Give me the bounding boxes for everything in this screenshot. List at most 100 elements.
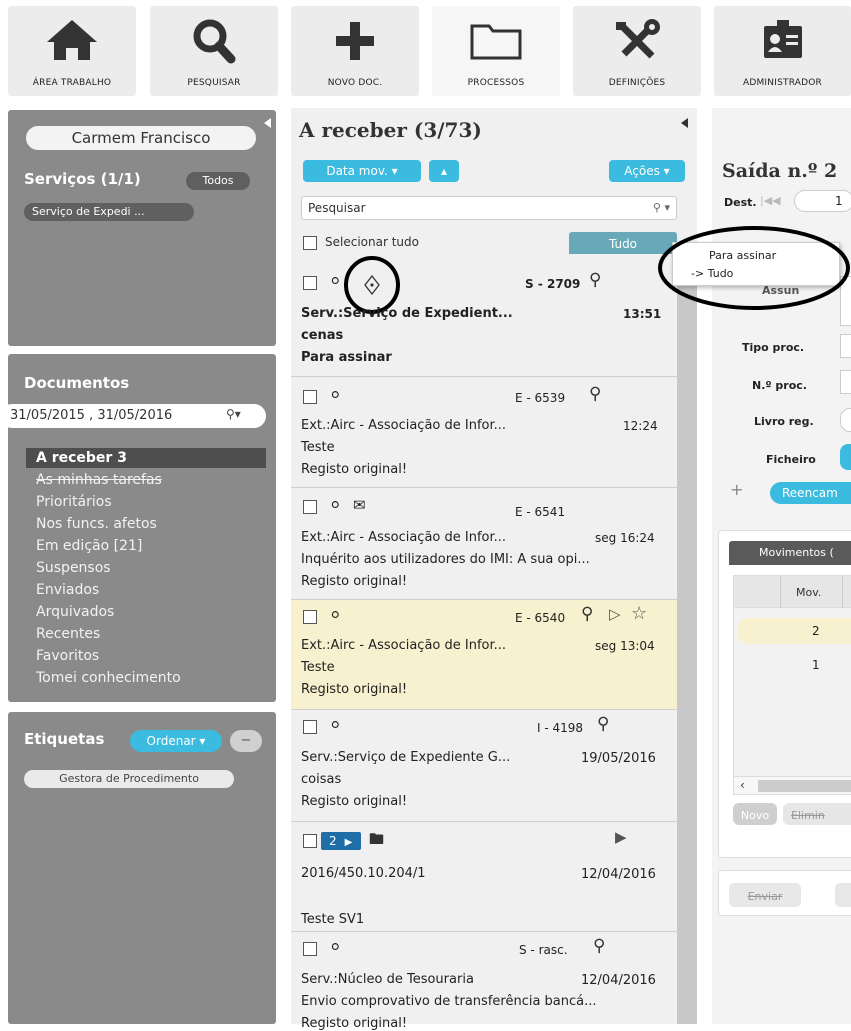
item-checkbox[interactable] bbox=[303, 834, 317, 848]
first-page-icon[interactable]: |◀◀ bbox=[760, 194, 781, 207]
service-item[interactable]: Serviço de Expedi ... bbox=[24, 203, 194, 221]
star-icon[interactable]: ☆ bbox=[631, 603, 647, 624]
list-item[interactable]: ⚪ E - 6539 ⚲ Ext.:Airc - Associação de I… bbox=[291, 378, 677, 488]
item-checkbox[interactable] bbox=[303, 500, 317, 514]
item-time: 12/04/2016 bbox=[581, 867, 656, 882]
mov-row-highlighted[interactable]: 2 bbox=[738, 618, 851, 644]
toolbar-processos[interactable]: PROCESSOS bbox=[432, 6, 560, 96]
toolbar-novo-doc[interactable]: NOVO DOC. bbox=[291, 6, 419, 96]
list-item[interactable]: ⚪ ✉ E - 6541 Ext.:Airc - Associação de I… bbox=[291, 488, 677, 600]
tag-filled-icon[interactable]: ▶ bbox=[615, 828, 627, 846]
nav-enviados[interactable]: Enviados bbox=[36, 582, 99, 598]
toolbar-label: ADMINISTRADOR bbox=[742, 78, 823, 88]
item-ref: E - 6540 bbox=[515, 611, 566, 625]
toolbar-area-trabalho[interactable]: ÁREA TRABALHO bbox=[8, 6, 136, 96]
item-ref: I - 4198 bbox=[537, 721, 584, 735]
item-origin: Ext.:Airc - Associação de Infor... bbox=[301, 638, 507, 653]
dest-page-field[interactable]: 1 bbox=[794, 190, 851, 212]
labels-panel: Etiquetas Ordenar ▾ − Gestora de Procedi… bbox=[8, 712, 276, 1024]
list-item-highlighted[interactable]: ⚪ E - 6540 ⚲ ▷ ☆ Ext.:Airc - Associação … bbox=[291, 600, 677, 710]
label-tag[interactable]: Gestora de Procedimento bbox=[24, 770, 234, 788]
actions-button[interactable]: Ações ▾ bbox=[609, 160, 685, 182]
collapse-list-arrow-icon[interactable] bbox=[681, 118, 688, 128]
list-scrollbar[interactable] bbox=[677, 263, 697, 1024]
reencaminhar-button[interactable]: Reencam bbox=[770, 482, 851, 504]
nav-tomei-conhecimento[interactable]: Tomei conhecimento bbox=[36, 670, 181, 686]
item-ref: E - 6541 bbox=[515, 505, 566, 519]
magnifier-icon[interactable]: ⚲ bbox=[589, 384, 601, 404]
home-icon bbox=[47, 20, 97, 60]
h-scrollbar[interactable]: ‹ bbox=[734, 776, 851, 794]
livro-reg-field[interactable] bbox=[840, 408, 851, 432]
magnifier-icon[interactable]: ⚲ bbox=[581, 604, 593, 624]
new-mov-button[interactable]: Novo bbox=[733, 803, 777, 825]
list-item[interactable]: ⚪ S - 2709 ⚲ Serv.:Serviço de Expedient.… bbox=[291, 256, 677, 377]
toolbar-label: ÁREA TRABALHO bbox=[32, 78, 112, 88]
nav-a-receber[interactable]: A receber 3 bbox=[36, 450, 127, 466]
nav-funcs-afetos[interactable]: Nos funcs. afetos bbox=[36, 516, 157, 532]
nav-em-edicao[interactable]: Em edição [21] bbox=[36, 538, 142, 554]
item-checkbox[interactable] bbox=[303, 276, 317, 290]
add-icon[interactable]: + bbox=[730, 480, 743, 499]
tipo-proc-label: Tipo proc. bbox=[742, 341, 805, 354]
nav-favoritos[interactable]: Favoritos bbox=[36, 648, 99, 664]
collapse-left-arrow-icon[interactable] bbox=[264, 118, 271, 128]
sort-order-button[interactable]: ▴ bbox=[429, 160, 459, 182]
nav-suspensos[interactable]: Suspensos bbox=[36, 560, 111, 576]
list-item[interactable]: ⚪ S - rasc. ⚲ Serv.:Núcleo de Tesouraria… bbox=[291, 932, 677, 1031]
item-checkbox[interactable] bbox=[303, 720, 317, 734]
send-button[interactable]: Enviar bbox=[729, 883, 801, 907]
search-dropdown-icon[interactable]: ⚲ ▾ bbox=[653, 201, 670, 214]
search-input[interactable]: Pesquisar bbox=[308, 201, 366, 215]
movements-table: Mov. 2 1 ‹ bbox=[733, 575, 851, 795]
tag-icon[interactable]: ▷ bbox=[609, 605, 621, 623]
user-name[interactable]: Carmem Francisco bbox=[26, 126, 256, 150]
item-checkbox[interactable] bbox=[303, 390, 317, 404]
mov-row[interactable]: 1 bbox=[738, 652, 851, 678]
sort-date-button[interactable]: Data mov. ▾ bbox=[303, 160, 421, 182]
item-time: 12/04/2016 bbox=[581, 973, 656, 988]
send-label: Enviar bbox=[747, 890, 783, 903]
movements-box: Movimentos ( Mov. 2 1 ‹ Novo Elimin bbox=[718, 530, 851, 858]
scroll-left-icon[interactable]: ‹ bbox=[740, 778, 745, 792]
date-range-field[interactable]: 31/05/2015 , 31/05/2016 ⚲▾ bbox=[0, 404, 266, 428]
header-divider bbox=[842, 576, 843, 608]
toolbar-pesquisar[interactable]: PESQUISAR bbox=[150, 6, 278, 96]
tipo-proc-field[interactable] bbox=[840, 334, 851, 358]
item-ref: S - 2709 bbox=[525, 277, 581, 291]
sort-labels-button[interactable]: Ordenar ▾ bbox=[130, 730, 222, 752]
toolbar-definicoes[interactable]: DEFINIÇÕES bbox=[573, 6, 701, 96]
item-checkbox[interactable] bbox=[303, 610, 317, 624]
magnifier-dropdown-icon[interactable]: ⚲▾ bbox=[226, 407, 241, 421]
mov-header: Mov. bbox=[796, 586, 822, 599]
count-badge[interactable]: 2 ▶ bbox=[321, 832, 361, 850]
nav-arquivados[interactable]: Arquivados bbox=[36, 604, 114, 620]
nav-prioritarios[interactable]: Prioritários bbox=[36, 494, 112, 510]
search-field[interactable]: Pesquisar ⚲ ▾ bbox=[301, 196, 677, 220]
item-status: Teste SV1 bbox=[301, 912, 365, 927]
ficheiro-button[interactable] bbox=[840, 444, 851, 470]
delete-mov-button[interactable]: Elimin bbox=[783, 803, 851, 825]
all-services-button[interactable]: Todos bbox=[186, 172, 250, 190]
movements-tab[interactable]: Movimentos ( bbox=[729, 541, 851, 565]
dest-page-value: 1 bbox=[835, 194, 843, 208]
item-status: Para assinar bbox=[301, 350, 392, 365]
scroll-thumb[interactable] bbox=[758, 780, 851, 792]
magnifier-icon[interactable]: ⚲ bbox=[597, 714, 609, 734]
movements-header: Mov. bbox=[734, 576, 851, 608]
toolbar-administrador[interactable]: ADMINISTRADOR bbox=[714, 6, 851, 96]
send-bar: Enviar bbox=[718, 870, 851, 916]
nav-minhas-tarefas[interactable]: As minhas tarefas bbox=[36, 472, 162, 488]
magnifier-icon[interactable]: ⚲ bbox=[589, 270, 601, 290]
magnifier-icon[interactable]: ⚲ bbox=[593, 936, 605, 956]
item-subject: cenas bbox=[301, 328, 344, 343]
secondary-button[interactable] bbox=[835, 883, 851, 907]
list-item-process[interactable]: 2 ▶ 🖿 ▶ 2016/450.10.204/1 12/04/2016 Test… bbox=[291, 822, 677, 932]
num-proc-field[interactable] bbox=[840, 370, 851, 394]
list-item[interactable]: ⚪ I - 4198 ⚲ Serv.:Serviço de Expediente… bbox=[291, 710, 677, 822]
item-time: seg 13:04 bbox=[595, 639, 655, 653]
nav-recentes[interactable]: Recentes bbox=[36, 626, 100, 642]
minus-button[interactable]: − bbox=[230, 730, 262, 752]
item-checkbox[interactable] bbox=[303, 942, 317, 956]
select-all-checkbox[interactable] bbox=[303, 236, 317, 250]
